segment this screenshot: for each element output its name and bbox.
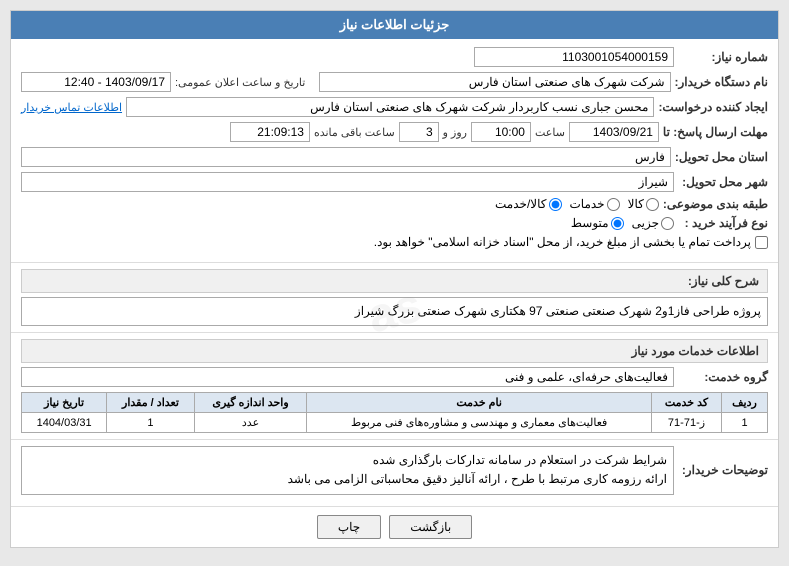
nam-dastgah-value: شرکت شهرک های صنعتی استان فارس (319, 72, 670, 92)
col-tedad: تعداد / مقدار (107, 393, 195, 413)
col-radif: ردیف (722, 393, 768, 413)
pardakht-label: پرداخت تمام یا بخشی از مبلغ خرید، از محل… (374, 235, 751, 249)
sharh-section: شرح کلی نیاز: as پروژه طراحی فاز1و2 شهرک… (11, 263, 778, 333)
ostan-value: فارس (21, 147, 671, 167)
row-tabaqe: طبقه بندی موضوعی: کالا خدمات کالا/خدمت (21, 197, 768, 211)
ostan-label: استان محل تحویل: (675, 150, 768, 164)
ijad-konande-label: ایجاد کننده درخواست: (658, 100, 768, 114)
mohlat-date: 1403/09/21 (569, 122, 659, 142)
grouh-khadamat-label: گروه خدمت: (678, 370, 768, 384)
page-title: جزئیات اطلاعات نیاز (340, 17, 450, 32)
col-tarikh: تاریخ نیاز (22, 393, 107, 413)
cell-nam: فعالیت‌های معماری و مهندسی و مشاوره‌های … (307, 413, 652, 433)
cell-radif: 1 (722, 413, 768, 433)
radio-jozee-label: جزیی (632, 216, 659, 230)
notes-line1: شرایط شرکت در استعلام در سامانه تدارکات … (28, 451, 667, 470)
baqimande-label: ساعت باقی مانده (314, 126, 395, 139)
shahr-label: شهر محل تحویل: (678, 175, 768, 189)
shomare-niaz-value: 1103001054000159 (474, 47, 674, 67)
cell-tedad: 1 (107, 413, 195, 433)
row-nam-dastgah: نام دستگاه خریدار: شرکت شهرک های صنعتی ا… (21, 72, 768, 92)
cell-tarikh: 1404/03/31 (22, 413, 107, 433)
saat-label: ساعت (535, 126, 565, 139)
buttons-row: بازگشت چاپ (11, 507, 778, 547)
notes-title: توضیحات خریدار: (678, 463, 768, 477)
radio-kala-label: کالا (628, 197, 644, 211)
back-button[interactable]: بازگشت (389, 515, 472, 539)
main-container: جزئیات اطلاعات نیاز شماره نیاز: 11030010… (10, 10, 779, 548)
rooz-label: روز و (443, 126, 467, 139)
cell-kod: ز-71-71 (651, 413, 721, 433)
nam-dastgah-label: نام دستگاه خریدار: (675, 75, 769, 89)
col-vahed: واحد اندازه گیری (194, 393, 307, 413)
table-row: 1 ز-71-71 فعالیت‌های معماری و مهندسی و م… (22, 413, 768, 433)
radio-khadamat-input[interactable] (607, 198, 620, 211)
col-kod-khadamat: کد خدمت (651, 393, 721, 413)
form-section: شماره نیاز: 1103001054000159 نام دستگاه … (11, 39, 778, 263)
table-header-row: ردیف کد خدمت نام خدمت واحد اندازه گیری ت… (22, 393, 768, 413)
notes-content: شرایط شرکت در استعلام در سامانه تدارکات … (21, 446, 674, 494)
radio-kala-khadamat-input[interactable] (549, 198, 562, 211)
radio-kala-item: کالا (628, 197, 659, 211)
baqimande-value: 21:09:13 (230, 122, 310, 142)
row-shahr: شهر محل تحویل: شیراز (21, 172, 768, 192)
radio-jozee-input[interactable] (661, 217, 674, 230)
col-nam-khadamat: نام خدمت (307, 393, 652, 413)
sharh-content: as پروژه طراحی فاز1و2 شهرک صنعتی صنعتی 9… (21, 297, 768, 326)
row-shomare-niaz: شماره نیاز: 1103001054000159 (21, 47, 768, 67)
no-paravand-label: نوع فرآیند خرید : (678, 216, 768, 230)
sharh-value: پروژه طراحی فاز1و2 شهرک صنعتی صنعتی 97 ه… (355, 304, 761, 318)
cell-vahed: عدد (194, 413, 307, 433)
shomare-niaz-label: شماره نیاز: (678, 50, 768, 64)
sharh-title: شرح کلی نیاز: (21, 269, 768, 293)
radio-motavasset-input[interactable] (611, 217, 624, 230)
row-pardakht: پرداخت تمام یا بخشی از مبلغ خرید، از محل… (21, 235, 768, 249)
shahr-value: شیراز (21, 172, 674, 192)
print-button[interactable]: چاپ (317, 515, 381, 539)
pardakht-checkbox[interactable] (755, 236, 768, 249)
radio-kala-khadamat-label: کالا/خدمت (495, 197, 546, 211)
row-no-paravand: نوع فرآیند خرید : جزیی متوسط (21, 216, 768, 230)
radio-khadamat-label: خدمات (570, 197, 605, 211)
radio-motavasset-label: متوسط (571, 216, 609, 230)
radio-jozee-item: جزیی (632, 216, 674, 230)
radio-kala-khadamat-item: کالا/خدمت (495, 197, 561, 211)
grouh-khadamat-value: فعالیت‌های حرفه‌ای، علمی و فنی (21, 367, 674, 387)
ettelaat-section: اطلاعات خدمات مورد نیاز گروه خدمت: فعالی… (11, 333, 778, 440)
rooz-value: 3 (399, 122, 439, 142)
radio-khadamat-item: خدمات (570, 197, 620, 211)
ijad-konande-value: محسن جباری نسب کاربردار شرکت شهرک های صن… (126, 97, 654, 117)
row-ijad-konande: ایجاد کننده درخواست: محسن جباری نسب کارب… (21, 97, 768, 117)
tarikh-label: تاریخ و ساعت اعلان عمومی: (175, 76, 305, 89)
ettela-tamas-link[interactable]: اطلاعات تماس خریدار (21, 101, 122, 114)
notes-line2: ارائه رزومه کاری مرتبط با طرح ، ارائه آن… (28, 470, 667, 489)
saat-value: 10:00 (471, 122, 531, 142)
tarikh-value: 1403/09/17 - 12:40 (21, 72, 171, 92)
tabaqe-label: طبقه بندی موضوعی: (663, 197, 768, 211)
no-paravand-radio-group: جزیی متوسط (571, 216, 674, 230)
row-ostan: استان محل تحویل: فارس (21, 147, 768, 167)
ettelaat-title: اطلاعات خدمات مورد نیاز (21, 339, 768, 363)
page-header: جزئیات اطلاعات نیاز (11, 11, 778, 39)
radio-motavasset-item: متوسط (571, 216, 624, 230)
row-notes: توضیحات خریدار: شرایط شرکت در استعلام در… (21, 446, 768, 494)
row-mohlat-ersal: مهلت ارسال پاسخ: تا 1403/09/21 ساعت 10:0… (21, 122, 768, 142)
notes-section: توضیحات خریدار: شرایط شرکت در استعلام در… (11, 440, 778, 506)
services-table: ردیف کد خدمت نام خدمت واحد اندازه گیری ت… (21, 392, 768, 433)
tabaqe-radio-group: کالا خدمات کالا/خدمت (495, 197, 659, 211)
radio-kala-input[interactable] (646, 198, 659, 211)
row-grouh-khadamat: گروه خدمت: فعالیت‌های حرفه‌ای، علمی و فن… (21, 367, 768, 387)
mohlat-label: مهلت ارسال پاسخ: تا (663, 125, 768, 139)
